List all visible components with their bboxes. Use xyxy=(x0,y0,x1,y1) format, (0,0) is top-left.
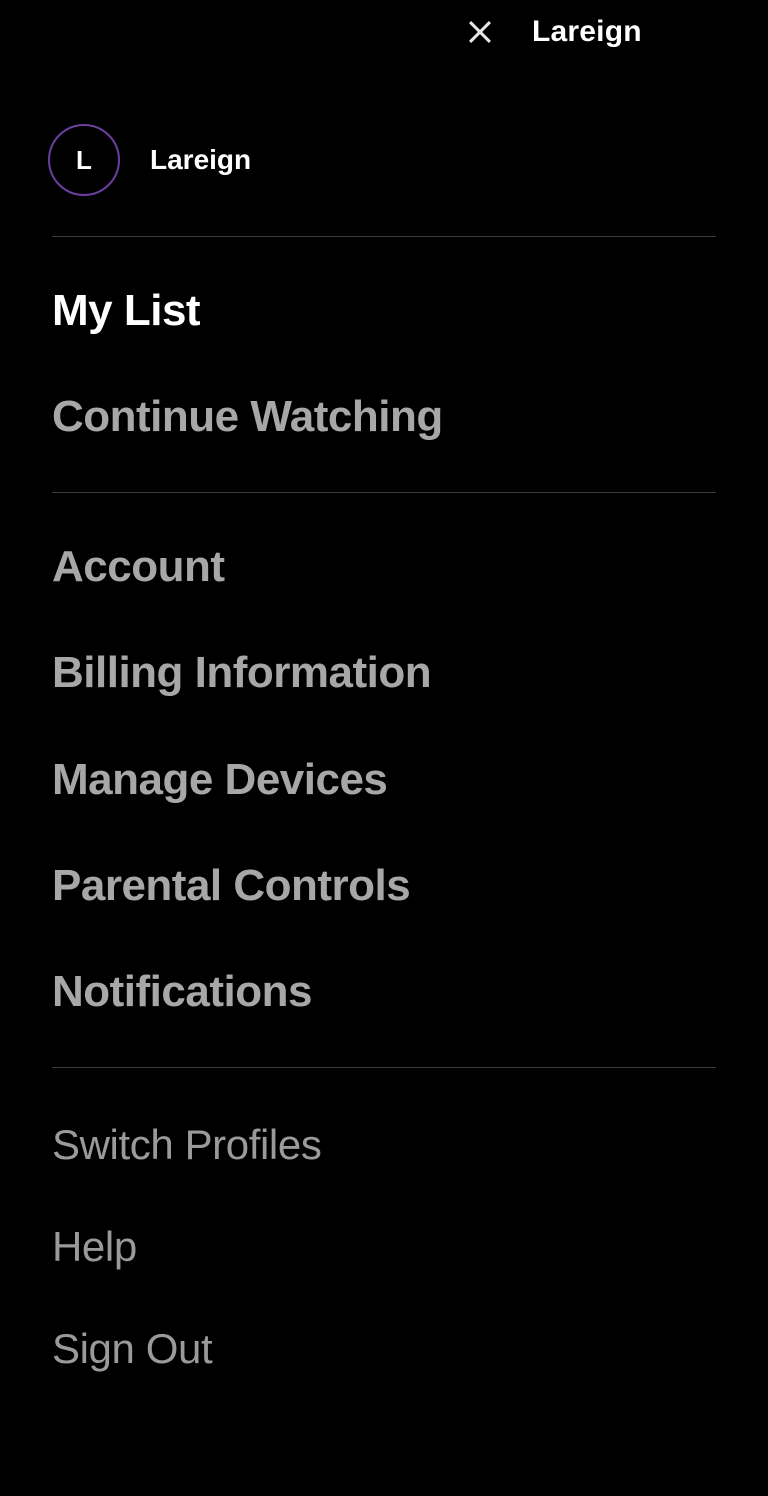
menu-item-billing[interactable]: Billing Information xyxy=(52,649,716,697)
profile-row[interactable]: L Lareign xyxy=(0,64,768,236)
menu-item-parental-controls[interactable]: Parental Controls xyxy=(52,862,716,910)
menu-section-primary: My List Continue Watching xyxy=(52,237,716,492)
menu-item-manage-devices[interactable]: Manage Devices xyxy=(52,756,716,804)
menu-item-notifications[interactable]: Notifications xyxy=(52,968,716,1016)
menu-section-secondary: Switch Profiles Help Sign Out xyxy=(52,1068,716,1423)
avatar-initial: L xyxy=(76,145,92,176)
close-button[interactable] xyxy=(460,12,500,52)
menu-item-switch-profiles[interactable]: Switch Profiles xyxy=(52,1122,716,1168)
profile-name: Lareign xyxy=(150,144,251,176)
header-profile-name[interactable]: Lareign xyxy=(532,15,642,49)
menu-section-account: Account Billing Information Manage Devic… xyxy=(52,493,716,1067)
menu-item-account[interactable]: Account xyxy=(52,543,716,591)
menu-container: My List Continue Watching Account Billin… xyxy=(0,236,768,1422)
menu-item-my-list[interactable]: My List xyxy=(52,287,716,335)
close-icon xyxy=(463,15,497,49)
top-bar: Lareign xyxy=(0,0,768,64)
menu-item-continue-watching[interactable]: Continue Watching xyxy=(52,393,716,441)
menu-item-help[interactable]: Help xyxy=(52,1224,716,1270)
menu-item-sign-out[interactable]: Sign Out xyxy=(52,1326,716,1372)
avatar: L xyxy=(48,124,120,196)
